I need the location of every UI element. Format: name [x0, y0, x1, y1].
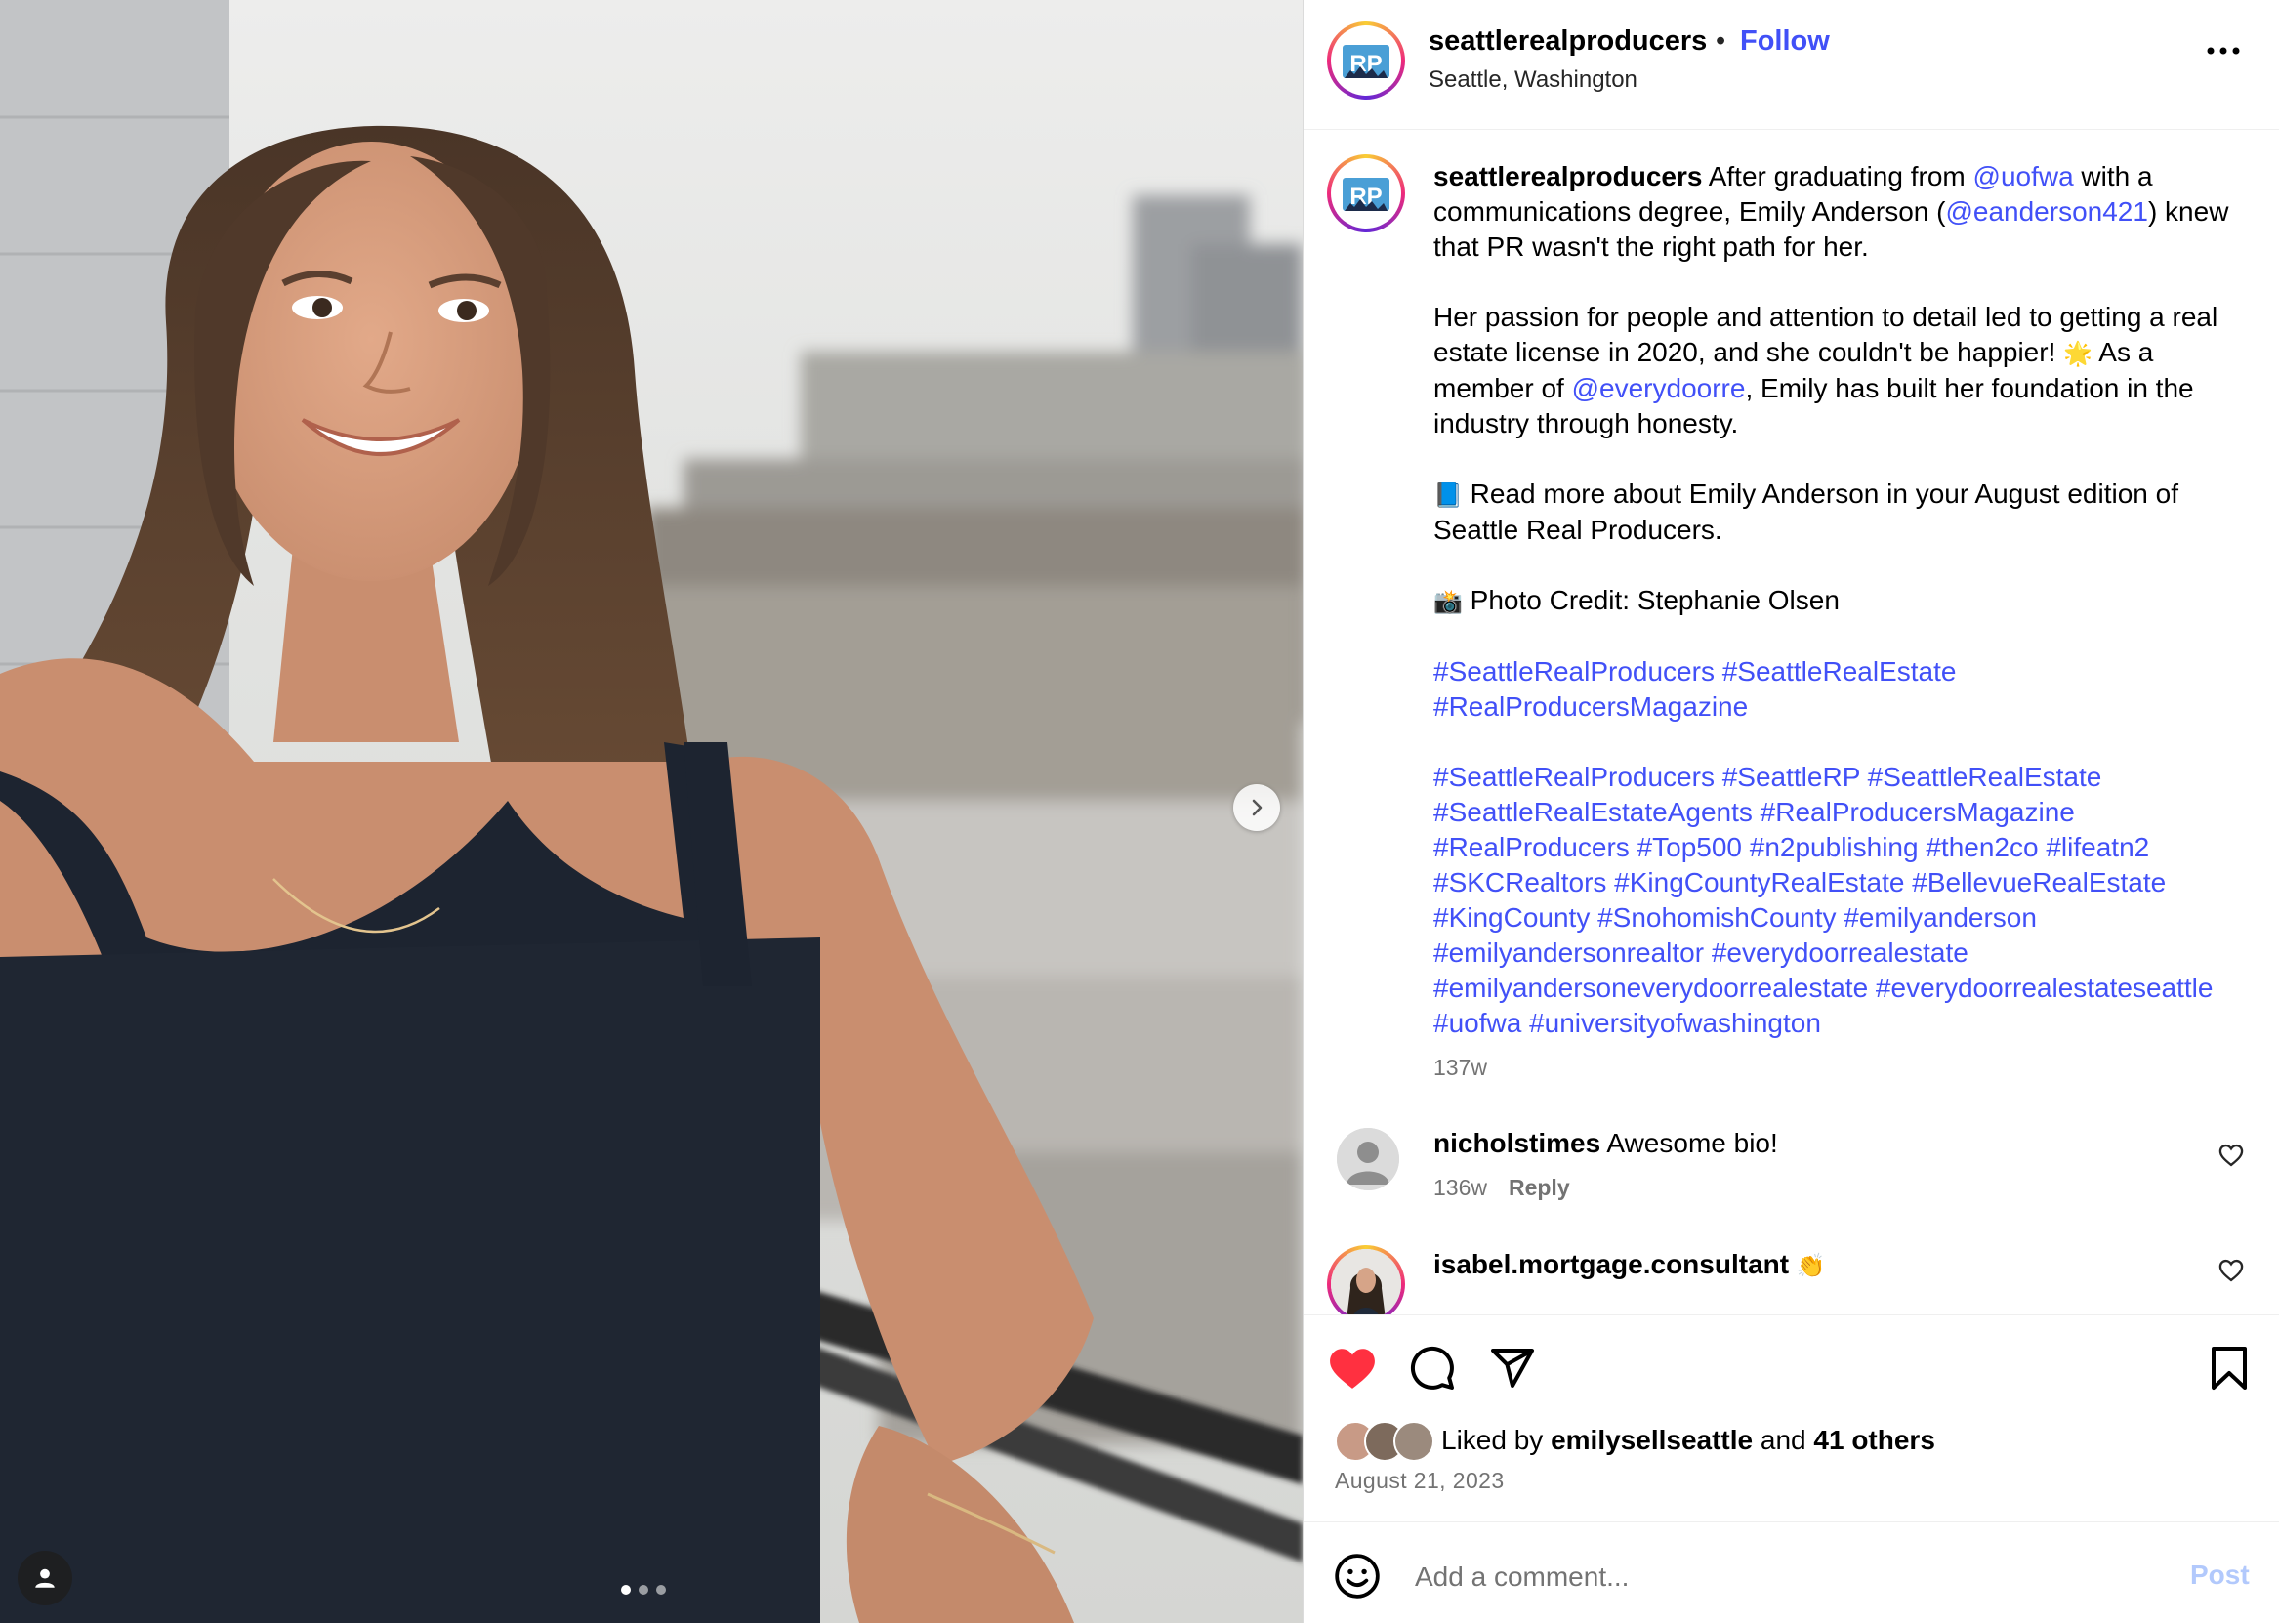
- comment-item: nicholstimes Awesome bio! 136w Reply: [1304, 1128, 2279, 1235]
- real-producers-logo: RP: [1337, 164, 1395, 223]
- comment-body: nicholstimes Awesome bio!: [1433, 1128, 1778, 1159]
- smiley-icon[interactable]: [1333, 1552, 1382, 1601]
- add-comment-bar: Post: [1304, 1521, 2279, 1624]
- likes-summary: Liked by emilysellseattle and 41 others: [1441, 1425, 1935, 1456]
- carousel-dot-2: [639, 1585, 648, 1595]
- header-separator: •: [1716, 25, 1726, 57]
- heart-outline-icon[interactable]: [2217, 1257, 2245, 1284]
- reply-button[interactable]: Reply: [1509, 1175, 1570, 1200]
- post-comment-button[interactable]: Post: [2190, 1560, 2250, 1591]
- author-avatar[interactable]: RP: [1327, 21, 1405, 100]
- paper-plane-icon: [1491, 1349, 1534, 1388]
- comment-meta: 136w Reply: [1433, 1175, 1570, 1201]
- liker-avatar: [1393, 1421, 1434, 1462]
- mention-link[interactable]: @everydoorre: [1572, 373, 1746, 403]
- comment-username[interactable]: nicholstimes: [1433, 1128, 1600, 1158]
- ellipsis-icon: [2207, 47, 2240, 55]
- more-options-button[interactable]: [2200, 39, 2247, 62]
- likes-prefix: Liked by: [1441, 1425, 1552, 1455]
- mention-link[interactable]: @uofwa: [1973, 161, 2074, 191]
- post-caption: seattlerealproducers After graduating fr…: [1433, 159, 2234, 1041]
- hashtag-group-1[interactable]: #SeattleRealProducers #SeattleRealEstate…: [1433, 656, 1956, 722]
- caption-author-avatar[interactable]: RP: [1327, 154, 1405, 232]
- liker-avatars[interactable]: [1335, 1421, 1436, 1462]
- svg-text:RP: RP: [1349, 51, 1382, 77]
- comment-timestamp[interactable]: 136w: [1433, 1175, 1487, 1200]
- carousel-indicator: [621, 1585, 666, 1595]
- comment-text: Awesome bio!: [1600, 1128, 1778, 1158]
- caption-text: Photo Credit: Stephanie Olsen: [1462, 585, 1840, 615]
- comment-button[interactable]: [1405, 1341, 1460, 1395]
- camera-emoji: 📸: [1433, 588, 1463, 615]
- carousel-dot-1: [621, 1585, 631, 1595]
- carousel-next-button[interactable]: [1233, 784, 1280, 831]
- post-media[interactable]: [0, 0, 1303, 1623]
- post-details-panel: RP seattlerealproducers • Follow Seattle…: [1303, 0, 2279, 1623]
- save-button[interactable]: [2202, 1341, 2257, 1395]
- tagged-people-button[interactable]: [18, 1551, 72, 1605]
- post-date[interactable]: August 21, 2023: [1335, 1468, 1505, 1494]
- commenter-avatar[interactable]: [1337, 1128, 1399, 1190]
- hashtag-group-2[interactable]: #SeattleRealProducers #SeattleRP #Seattl…: [1433, 762, 2213, 1038]
- comment-input[interactable]: [1413, 1550, 2159, 1604]
- post-photo: [0, 0, 1303, 1623]
- book-emoji: 📘: [1433, 481, 1463, 509]
- person-icon: [35, 1568, 55, 1588]
- likes-middle: and: [1753, 1425, 1814, 1455]
- real-producers-logo: RP: [1337, 31, 1395, 90]
- caption-text: After graduating from: [1702, 161, 1973, 191]
- like-button[interactable]: [1325, 1341, 1380, 1395]
- mention-link[interactable]: @eanderson421: [1945, 196, 2147, 227]
- carousel-dot-3: [656, 1585, 666, 1595]
- clapping-emoji: 👏: [1789, 1252, 1826, 1279]
- share-button[interactable]: [1485, 1341, 1540, 1395]
- follow-button[interactable]: Follow: [1740, 25, 1830, 58]
- post-actions: Liked by emilysellseattle and 41 others …: [1304, 1314, 2279, 1522]
- svg-text:RP: RP: [1349, 184, 1382, 210]
- default-avatar-icon: [1337, 1128, 1399, 1190]
- comment-username[interactable]: isabel.mortgage.consultant: [1433, 1249, 1789, 1279]
- profile-photo-avatar: [1331, 1249, 1401, 1314]
- commenter-avatar[interactable]: [1327, 1245, 1405, 1314]
- chevron-right-icon: [1252, 799, 1263, 816]
- comment-bubble-icon: [1410, 1346, 1454, 1390]
- liker-username[interactable]: emilysellseattle: [1551, 1425, 1753, 1455]
- post-header: RP seattlerealproducers • Follow Seattle…: [1304, 0, 2279, 130]
- heart-filled-icon: [1330, 1349, 1375, 1389]
- likes-others-link[interactable]: 41 others: [1813, 1425, 1935, 1455]
- comment-item: isabel.mortgage.consultant 👏: [1304, 1245, 2279, 1314]
- caption-text: Read more about Emily Anderson in your A…: [1433, 479, 2178, 545]
- heart-outline-icon[interactable]: [2217, 1142, 2245, 1169]
- author-username[interactable]: seattlerealproducers: [1429, 25, 1707, 58]
- star-emoji: 🌟: [2063, 340, 2093, 367]
- post-location[interactable]: Seattle, Washington: [1429, 66, 1637, 94]
- caption-timestamp[interactable]: 137w: [1433, 1055, 1487, 1081]
- comments-list[interactable]: RP seattlerealproducers After graduating…: [1304, 130, 2279, 1314]
- bookmark-icon: [2212, 1347, 2247, 1390]
- caption-username[interactable]: seattlerealproducers: [1433, 161, 1702, 191]
- comment-body: isabel.mortgage.consultant 👏: [1433, 1249, 1826, 1280]
